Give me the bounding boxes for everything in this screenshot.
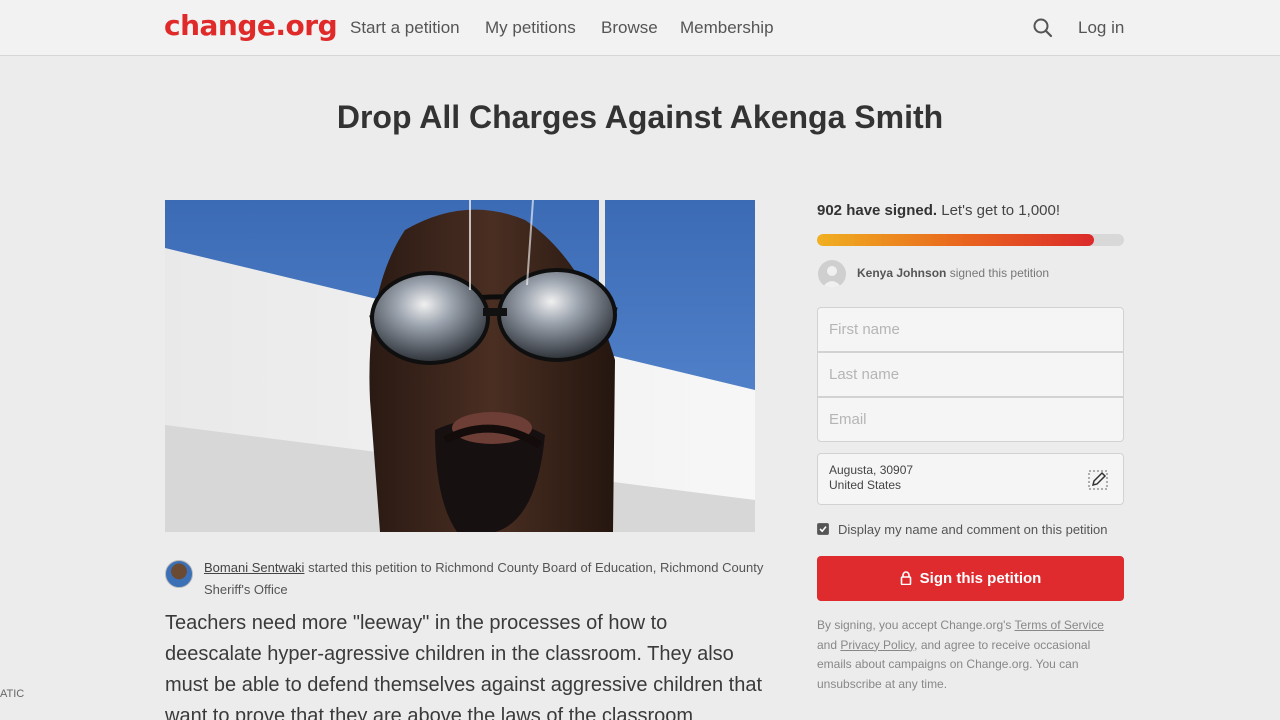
privacy-policy-link[interactable]: Privacy Policy (840, 638, 914, 652)
petition-body: Teachers need more "leeway" in the proce… (165, 612, 763, 720)
petition-title: Drop All Charges Against Akenga Smith (336, 99, 944, 135)
email-field[interactable]: Email (817, 397, 1124, 442)
terms-of-service-link[interactable]: Terms of Service (1015, 618, 1104, 632)
nav-my-petitions[interactable]: My petitions (485, 18, 576, 38)
disclaimer-and: and (817, 637, 841, 652)
goal-text: Let's get to 1,000! (937, 202, 1061, 219)
sign-petition-button[interactable]: Sign this petition (817, 556, 1124, 601)
location-city: Augusta, 30907 (829, 463, 914, 477)
sign-button-label: Sign this petition (919, 570, 1042, 587)
recent-signer-avatar (818, 260, 846, 288)
display-name-label[interactable]: Display my name and comment on this peti… (838, 522, 1108, 537)
signing-disclaimer: By signing, you accept Change.org's Term… (817, 616, 1117, 694)
signed-count-text: 902 have signed. (817, 202, 938, 219)
nav-start-petition[interactable]: Start a petition (350, 18, 460, 38)
lock-icon (900, 558, 912, 603)
display-name-checkbox[interactable] (817, 523, 829, 535)
petition-photo (165, 200, 755, 532)
nav-browse[interactable]: Browse (601, 18, 658, 38)
progress-fill (817, 234, 1094, 246)
change-org-logo[interactable]: change.org (164, 9, 338, 42)
location-field[interactable]: Augusta, 30907 United States (817, 453, 1124, 505)
recent-signer-name: Kenya Johnson (857, 266, 947, 280)
broadcast-overlay-text: ATIC (0, 688, 25, 700)
login-link[interactable]: Log in (1078, 18, 1124, 38)
search-icon[interactable] (1031, 16, 1055, 40)
signature-progress-bar (817, 234, 1124, 246)
site-header: change.org Start a petition My petitions… (0, 0, 1280, 56)
recent-signer: Kenya Johnson signed this petition (857, 266, 1049, 280)
last-name-field[interactable]: Last name (817, 352, 1124, 397)
starter-avatar[interactable] (165, 560, 193, 588)
nav-membership[interactable]: Membership (680, 18, 774, 38)
edit-pencil-icon[interactable] (1087, 469, 1109, 491)
disclaimer-text: By signing, you accept Change.org's (817, 618, 1015, 632)
starter-name-link[interactable]: Bomani Sentwaki (204, 560, 304, 575)
petition-starter-info: Bomani Sentwaki started this petition to… (204, 557, 764, 601)
recent-signer-action: signed this petition (946, 266, 1050, 280)
location-country: United States (829, 478, 902, 492)
signature-count: 902 have signed. Let's get to 1,000! (817, 202, 1060, 219)
first-name-field[interactable]: First name (817, 307, 1124, 352)
